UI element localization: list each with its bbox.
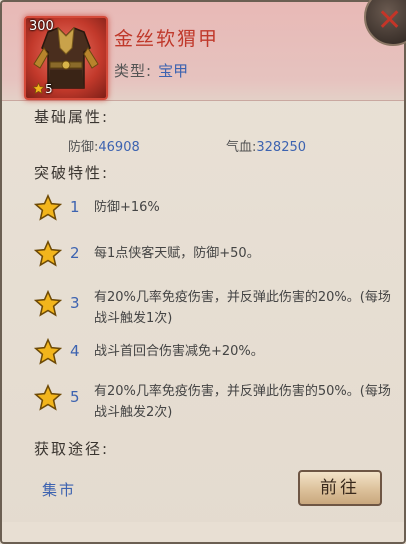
item-star-value: 5 [45, 82, 53, 96]
item-icon-slot[interactable]: 300 5 [24, 16, 108, 100]
item-name: 金丝软猬甲 [114, 28, 220, 50]
star-icon [34, 338, 62, 365]
hp-stat: 气血:328250 [226, 136, 306, 155]
goto-button[interactable]: 前往 [298, 470, 382, 506]
star-icon [34, 290, 62, 317]
panel-footer [2, 522, 404, 542]
hp-value: 328250 [256, 140, 307, 155]
item-type-label: 类型: [114, 62, 153, 80]
base-attributes-title: 基础属性: [34, 108, 110, 126]
trait-description: 防御+16% [94, 200, 160, 215]
trait-description: 有20%几率免疫伤害，并反弹此伤害的50%。(每场战斗触发2次) [94, 384, 391, 420]
star-icon [34, 194, 62, 221]
item-type-value: 宝甲 [158, 62, 189, 80]
trait-number: 4 [70, 342, 80, 360]
hp-label: 气血: [226, 140, 257, 155]
item-type-row: 类型: 宝甲 [114, 60, 188, 81]
trait-description: 有20%几率免疫伤害，并反弹此伤害的20%。(每场战斗触发1次) [94, 290, 391, 326]
source-market-link[interactable]: 集市 [42, 479, 76, 500]
trait-number: 1 [70, 198, 80, 216]
trait-description: 每1点侠客天赋，防御+50。 [94, 246, 260, 261]
breakthrough-title: 突破特性: [34, 164, 110, 182]
trait-number: 3 [70, 294, 80, 312]
defense-stat: 防御:46908 [68, 136, 140, 155]
trait-number: 5 [70, 388, 80, 406]
trait-description: 战斗首回合伤害减免+20%。 [94, 344, 264, 359]
item-detail-panel: 300 5 金丝软猬甲 类型: 宝甲 基础属性: 防御:46908 气血:3282… [0, 0, 406, 544]
defense-label: 防御: [68, 140, 99, 155]
item-count: 300 [29, 19, 54, 34]
item-star-level: 5 [32, 82, 53, 96]
star-icon [34, 240, 62, 267]
star-icon [32, 82, 45, 95]
trait-number: 2 [70, 244, 80, 262]
acquire-title: 获取途径: [34, 440, 110, 458]
defense-value: 46908 [98, 140, 140, 155]
close-icon: ✕ [377, 3, 403, 38]
star-icon [34, 384, 62, 411]
